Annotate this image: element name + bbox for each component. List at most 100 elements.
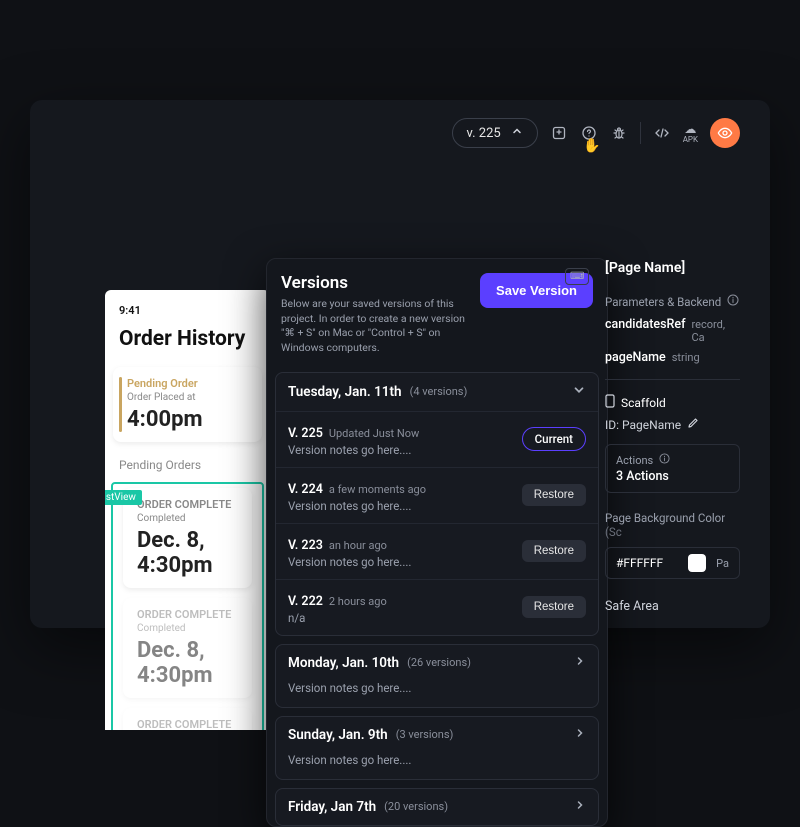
order-complete-card: ORDER COMPLETE	[123, 708, 252, 730]
page-name-title: [Page Name]	[605, 260, 740, 276]
complete-sub: Completed	[137, 623, 242, 634]
version-row[interactable]: V. 225 Updated Just Now Version notes go …	[276, 411, 598, 467]
version-day-header[interactable]: Monday, Jan. 10th (26 versions)	[276, 645, 598, 681]
pending-sub: Order Placed at	[127, 392, 252, 403]
version-selector[interactable]: v. 225	[452, 118, 538, 148]
bg-hex: #FFFFFF	[616, 556, 678, 570]
complete-date: Dec. 8, 4:30pm	[137, 638, 242, 688]
version-time: 2 hours ago	[329, 595, 387, 608]
phone-page-title: Order History	[105, 323, 270, 367]
section-header: Pending Orders	[105, 452, 270, 478]
order-complete-card: ORDER COMPLETE Completed Dec. 8, 4:30pm	[123, 488, 252, 588]
page-id-row[interactable]: ID: PageName	[605, 417, 740, 432]
listview-container[interactable]: ORDER COMPLETE Completed Dec. 8, 4:30pm …	[111, 482, 264, 730]
parameters-section-header: Parameters & Backend	[605, 294, 740, 309]
version-time: Updated Just Now	[329, 427, 419, 440]
scaffold-row[interactable]: Scaffold	[605, 394, 740, 411]
chevron-right-icon	[574, 655, 586, 671]
complete-label: ORDER COMPLETE	[137, 608, 242, 621]
properties-panel: ⌨ [Page Name] Parameters & Backend candi…	[605, 260, 740, 614]
version-time: a few moments ago	[329, 483, 426, 496]
day-title: Friday, Jan 7th	[288, 799, 376, 815]
card-accent	[119, 377, 122, 432]
actions-box[interactable]: Actions 3 Actions	[605, 444, 740, 493]
param-key: candidatesRef	[605, 317, 686, 332]
day-count: (3 versions)	[396, 728, 454, 741]
version-notes: n/a	[288, 611, 522, 625]
preview-button[interactable]	[710, 118, 740, 148]
pending-label: Pending Order	[127, 377, 252, 390]
complete-sub: Completed	[137, 513, 242, 524]
restore-button[interactable]: Restore	[522, 484, 586, 506]
chevron-right-icon	[574, 799, 586, 815]
day-note: Version notes go here....	[276, 681, 598, 707]
code-icon[interactable]	[653, 124, 671, 142]
version-label: V. 224	[288, 482, 323, 497]
phone-icon	[605, 394, 615, 411]
bug-icon[interactable]	[610, 124, 628, 142]
version-day-header[interactable]: Sunday, Jan. 9th (3 versions)	[276, 717, 598, 753]
listview-tag[interactable]: listView	[105, 490, 142, 505]
phone-status-time: 9:41	[105, 290, 270, 323]
day-count: (20 versions)	[384, 800, 448, 813]
export-icon[interactable]	[550, 124, 568, 142]
keyboard-icon[interactable]: ⌨	[565, 268, 589, 285]
version-notes: Version notes go here....	[288, 443, 522, 457]
version-chip-label: v. 225	[467, 126, 501, 141]
version-day-header[interactable]: Tuesday, Jan. 11th (4 versions)	[276, 373, 598, 411]
version-time: an hour ago	[329, 539, 387, 552]
color-swatch[interactable]	[688, 554, 706, 572]
edit-icon[interactable]	[687, 417, 699, 432]
divider	[605, 379, 740, 380]
complete-date: Dec. 8, 4:30pm	[137, 528, 242, 578]
day-count: (26 versions)	[407, 656, 471, 669]
toolbar-divider	[640, 122, 641, 144]
version-day-header[interactable]: Friday, Jan 7th (20 versions)	[276, 789, 598, 825]
safe-area-row[interactable]: Safe Area	[605, 599, 740, 614]
complete-label: ORDER COMPLETE	[137, 498, 242, 511]
param-val: record, Ca	[692, 318, 741, 344]
versions-panel: Versions Below are your saved versions o…	[266, 258, 608, 827]
restore-button[interactable]: Restore	[522, 596, 586, 618]
complete-label: ORDER COMPLETE	[137, 718, 242, 730]
day-title: Tuesday, Jan. 11th	[288, 384, 402, 400]
version-label: V. 222	[288, 594, 323, 609]
day-title: Monday, Jan. 10th	[288, 655, 399, 671]
version-label: V. 225	[288, 426, 323, 441]
version-day-block: Monday, Jan. 10th (26 versions) Version …	[275, 644, 599, 708]
top-toolbar: v. 225 ☁ APK	[452, 118, 741, 148]
version-day-block: Friday, Jan 7th (20 versions)	[275, 788, 599, 826]
version-row[interactable]: V. 223an hour ago Version notes go here.…	[276, 523, 598, 579]
version-day-block: Tuesday, Jan. 11th (4 versions) V. 225 Up…	[275, 372, 599, 636]
versions-header: Versions Below are your saved versions o…	[267, 259, 607, 372]
version-day-block: Sunday, Jan. 9th (3 versions) Version no…	[275, 716, 599, 780]
versions-subtitle: Below are your saved versions of this pr…	[281, 297, 480, 356]
help-icon[interactable]	[580, 124, 598, 142]
apk-download-icon[interactable]: ☁ APK	[683, 123, 698, 144]
info-icon[interactable]	[659, 453, 670, 467]
version-notes: Version notes go here....	[288, 499, 522, 513]
version-row[interactable]: V. 222 2 hours ago n/a Restore	[276, 579, 598, 635]
chevron-right-icon	[574, 727, 586, 743]
restore-button[interactable]: Restore	[522, 540, 586, 562]
bg-color-picker[interactable]: #FFFFFF Pa	[605, 547, 740, 579]
day-note: Version notes go here....	[276, 753, 598, 779]
bg-pcut: Pa	[716, 557, 729, 570]
version-row[interactable]: V. 224 a few moments ago Version notes go…	[276, 467, 598, 523]
param-row[interactable]: pageName string	[605, 350, 740, 365]
version-notes: Version notes go here....	[288, 555, 522, 569]
param-val: string	[672, 351, 700, 364]
phone-preview: 9:41 Order History Pending Order Order P…	[105, 290, 270, 730]
app-window: v. 225 ☁ APK ✋ 9:41 Order History	[30, 100, 770, 628]
day-title: Sunday, Jan. 9th	[288, 727, 388, 743]
actions-count: 3 Actions	[616, 469, 729, 484]
pending-time: 4:00pm	[127, 407, 252, 432]
current-badge: Current	[522, 427, 586, 451]
param-row[interactable]: candidatesRef record, Ca	[605, 317, 740, 344]
day-count: (4 versions)	[410, 385, 468, 398]
versions-title: Versions	[281, 273, 480, 293]
info-icon[interactable]	[727, 294, 739, 309]
bg-color-label: Page Background Color (Sc	[605, 511, 740, 539]
actions-label: Actions	[616, 454, 653, 467]
param-key: pageName	[605, 350, 666, 365]
